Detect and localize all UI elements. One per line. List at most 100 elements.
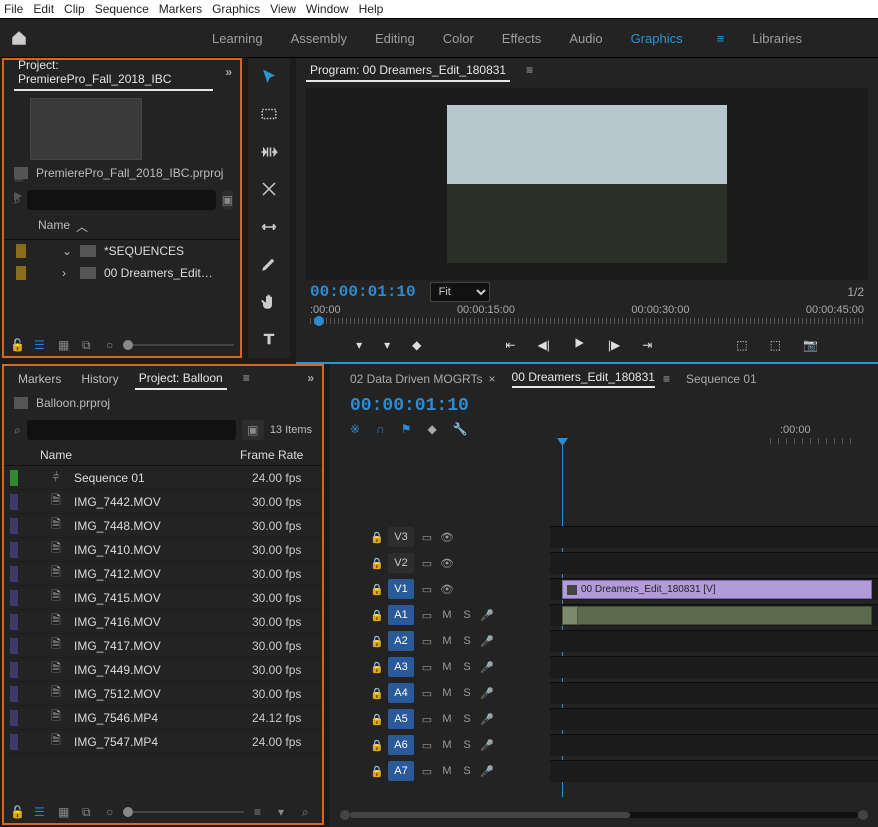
workspace-tab-learning[interactable]: Learning	[212, 31, 263, 46]
sort-indicator-icon[interactable]: ︿	[76, 218, 88, 235]
solo-button[interactable]: S	[460, 739, 474, 751]
mute-button[interactable]: M	[440, 609, 454, 621]
mute-button[interactable]: M	[440, 765, 454, 777]
mute-button[interactable]: M	[440, 739, 454, 751]
lock-icon[interactable]: 🔒	[370, 531, 382, 544]
freeform-view-icon[interactable]: ⧉	[82, 338, 96, 352]
marker-icon[interactable]: ◆	[427, 422, 436, 436]
eye-icon[interactable]: 👁	[440, 557, 454, 570]
lock-icon[interactable]: 🔒	[370, 739, 382, 752]
voice-icon[interactable]: 🎤	[480, 661, 494, 674]
timeline-timecode[interactable]: 00:00:01:10	[350, 396, 469, 416]
panel-menu-icon[interactable]: ≡	[526, 63, 533, 77]
voice-icon[interactable]: 🎤	[480, 739, 494, 752]
program-viewport[interactable]	[306, 88, 868, 280]
audio-clip[interactable]	[562, 606, 578, 625]
media-row[interactable]: ⫩Sequence 0124.00 fps	[4, 466, 322, 490]
program-timecode[interactable]: 00:00:01:10	[310, 283, 416, 301]
mute-button[interactable]: M	[440, 687, 454, 699]
sequence-tab[interactable]: 02 Data Driven MOGRTs	[350, 372, 483, 386]
track-label[interactable]: A2	[388, 631, 414, 651]
track-lane[interactable]	[550, 760, 878, 782]
snap-icon[interactable]: ※	[350, 422, 360, 436]
toggle-output-icon[interactable]: ▭	[420, 635, 434, 648]
toggle-output-icon[interactable]: ▭	[420, 557, 434, 570]
mark-out-button[interactable]: ▾	[384, 338, 390, 352]
track-label[interactable]: A7	[388, 761, 414, 781]
menu-graphics[interactable]: Graphics	[212, 2, 260, 16]
lock-icon[interactable]: 🔒	[370, 687, 382, 700]
track-lane[interactable]	[550, 682, 878, 704]
lock-icon[interactable]: 🔒	[370, 661, 382, 674]
home-icon[interactable]	[10, 29, 28, 47]
playhead-icon[interactable]	[314, 316, 324, 326]
caret-icon[interactable]: ⌄	[62, 244, 72, 258]
caret-icon[interactable]: ›	[62, 266, 72, 280]
project-thumbnail[interactable]	[30, 98, 142, 160]
media-row[interactable]: 🗎IMG_7449.MOV30.00 fps	[4, 658, 322, 682]
track-lane[interactable]	[550, 552, 878, 574]
bin-row[interactable]: ⌄*SEQUENCES	[4, 240, 240, 262]
expand-icon[interactable]: »	[225, 65, 230, 79]
track-label[interactable]: A4	[388, 683, 414, 703]
lock-icon[interactable]: 🔒	[370, 713, 382, 726]
panel-menu-icon[interactable]: ≡	[663, 372, 670, 386]
play-icon[interactable]: ▶	[14, 189, 24, 202]
menu-view[interactable]: View	[270, 2, 296, 16]
go-to-in-button[interactable]: ⇤	[505, 338, 515, 352]
search-input[interactable]	[27, 420, 236, 440]
close-tab-icon[interactable]: ×	[489, 372, 496, 386]
play-button[interactable]	[572, 336, 586, 353]
mute-button[interactable]: M	[440, 661, 454, 673]
track-label[interactable]: V2	[388, 553, 414, 573]
voice-icon[interactable]: 🎤	[480, 635, 494, 648]
sort-icon[interactable]: ≡	[254, 805, 268, 819]
toggle-output-icon[interactable]: ▭	[420, 713, 434, 726]
voice-icon[interactable]: 🎤	[480, 687, 494, 700]
voice-icon[interactable]: 🎤	[480, 713, 494, 726]
eye-icon[interactable]: 👁	[440, 531, 454, 544]
toggle-output-icon[interactable]: ▭	[420, 661, 434, 674]
menu-edit[interactable]: Edit	[33, 2, 54, 16]
menu-window[interactable]: Window	[306, 2, 349, 16]
program-ruler[interactable]: :00:0000:00:15:0000:00:30:0000:00:45:00	[310, 304, 864, 330]
column-name[interactable]: Name	[38, 218, 70, 235]
write-lock-icon[interactable]: 🔓	[10, 805, 24, 819]
bin-row[interactable]: ›00 Dreamers_Edit…	[4, 262, 240, 284]
workspace-tab-audio[interactable]: Audio	[569, 31, 602, 46]
toggle-output-icon[interactable]: ▭	[420, 739, 434, 752]
track-select-tool[interactable]	[258, 104, 280, 126]
media-row[interactable]: 🗎IMG_7410.MOV30.00 fps	[4, 538, 322, 562]
lock-icon[interactable]: 🔒	[370, 609, 382, 622]
ripple-edit-tool[interactable]	[258, 141, 280, 163]
lock-icon[interactable]: 🔒	[370, 557, 382, 570]
workspace-menu-icon[interactable]: ≡	[717, 31, 725, 46]
track-label[interactable]: A3	[388, 657, 414, 677]
export-frame-button[interactable]: 📷	[803, 338, 818, 352]
media-row[interactable]: 🗎IMG_7512.MOV30.00 fps	[4, 682, 322, 706]
zoom-slider[interactable]	[123, 811, 244, 813]
solo-button[interactable]: S	[460, 765, 474, 777]
workspace-tab-color[interactable]: Color	[443, 31, 474, 46]
icon-view-icon[interactable]: ▦	[58, 338, 72, 352]
media-row[interactable]: 🗎IMG_7546.MP424.12 fps	[4, 706, 322, 730]
panel-menu-icon[interactable]: ≡	[243, 371, 250, 385]
media-row[interactable]: 🗎IMG_7442.MOV30.00 fps	[4, 490, 322, 514]
zoom-slider[interactable]	[123, 344, 234, 346]
track-lane[interactable]: 00 Dreamers_Edit_180831 [V]	[550, 578, 878, 600]
freeform-view-icon[interactable]: ⧉	[82, 805, 96, 819]
media-row[interactable]: 🗎IMG_7415.MOV30.00 fps	[4, 586, 322, 610]
panel-tab[interactable]: Markers	[14, 368, 65, 389]
project-tab[interactable]: Project: PremierePro_Fall_2018_IBC	[14, 54, 213, 91]
workspace-tab-libraries[interactable]: Libraries	[752, 31, 802, 46]
track-lane[interactable]	[550, 708, 878, 730]
menu-help[interactable]: Help	[359, 2, 384, 16]
media-row[interactable]: 🗎IMG_7417.MOV30.00 fps	[4, 634, 322, 658]
add-marker-icon[interactable]: ⚑	[401, 422, 412, 436]
linked-selection-icon[interactable]: ∩	[376, 422, 385, 436]
rate-stretch-tool[interactable]	[258, 179, 280, 201]
add-marker-button[interactable]: ◆	[412, 338, 421, 352]
lock-icon[interactable]: 🔒	[370, 583, 382, 596]
toggle-output-icon[interactable]: ▭	[420, 531, 434, 544]
workspace-tab-editing[interactable]: Editing	[375, 31, 415, 46]
